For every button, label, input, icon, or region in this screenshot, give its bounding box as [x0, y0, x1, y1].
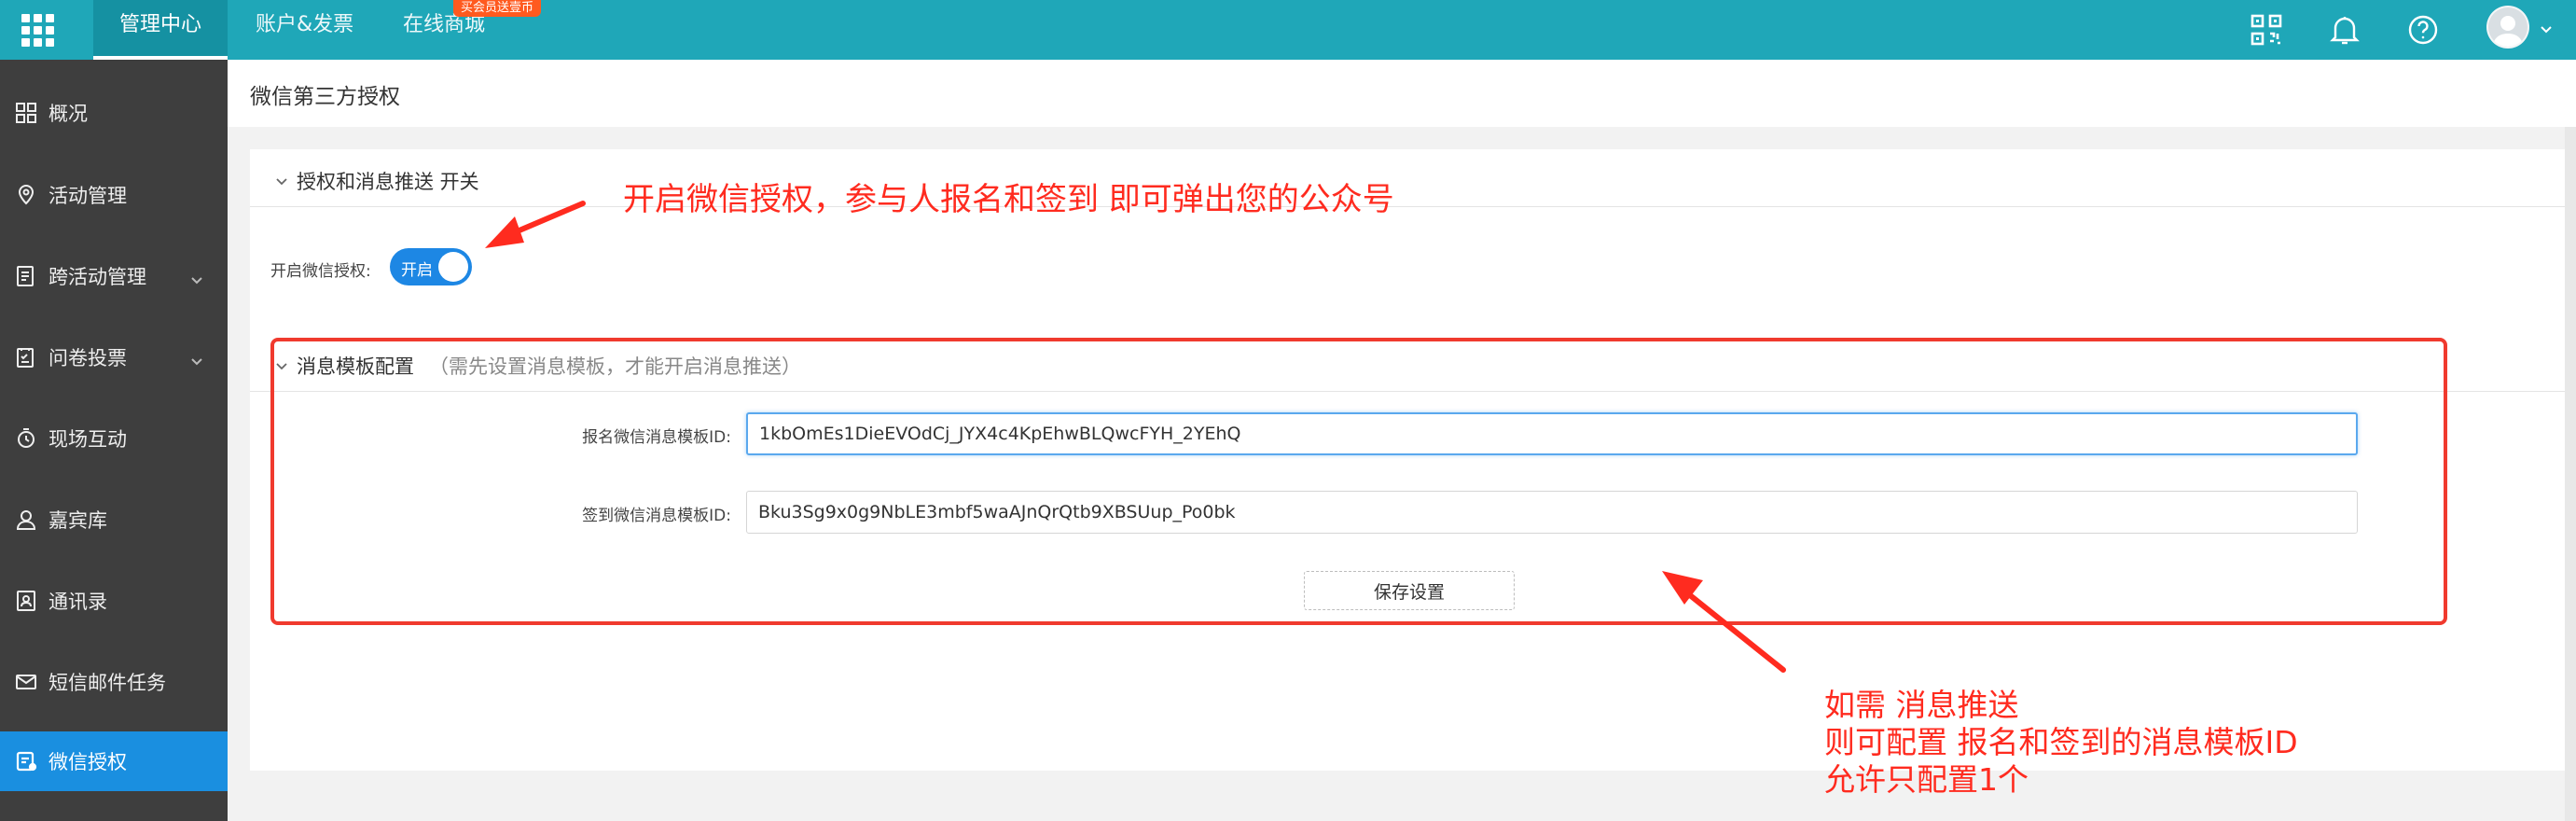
tab-management-center[interactable]: 管理中心 — [93, 0, 228, 60]
sidebar-item-overview[interactable]: 概况 — [0, 84, 228, 142]
promo-badge: 买会员送壹币 — [453, 0, 542, 17]
wechat-auth-icon — [13, 748, 39, 774]
wechat-auth-toggle[interactable]: 开启 — [390, 248, 472, 285]
tab-account-invoice[interactable]: 账户&发票 — [256, 0, 353, 60]
sidebar-item-label: 现场互动 — [48, 428, 127, 451]
apps-grid-icon[interactable] — [0, 0, 75, 60]
sidebar-item-guest-library[interactable]: 嘉宾库 — [0, 491, 228, 549]
sidebar-item-label: 通讯录 — [48, 591, 107, 613]
sidebar-item-label: 概况 — [48, 103, 88, 125]
chevron-down-icon — [190, 268, 203, 290]
chevron-down-icon — [276, 172, 287, 189]
activity-icon — [13, 182, 39, 208]
auth-section-title: 授权和消息推送 开关 — [297, 170, 479, 193]
bell-icon[interactable] — [2324, 9, 2365, 50]
sidebar-item-live-interaction[interactable]: 现场互动 — [0, 410, 228, 467]
sidebar-item-cross-activity[interactable]: 跨活动管理 — [0, 247, 228, 305]
sidebar-item-label: 微信授权 — [48, 751, 127, 773]
switch-on-text: 开启 — [401, 261, 433, 280]
sidebar: 概况 活动管理 跨活动管理 问卷投票 现场互动 嘉宾库 通讯录 短信邮件任务 微… — [0, 60, 228, 821]
sidebar-item-contacts[interactable]: 通讯录 — [0, 572, 228, 630]
sidebar-item-label: 活动管理 — [48, 185, 127, 207]
survey-icon — [13, 344, 39, 370]
sidebar-item-survey-vote[interactable]: 问卷投票 — [0, 328, 228, 386]
sidebar-item-label: 嘉宾库 — [48, 509, 107, 532]
mail-icon — [13, 669, 39, 695]
avatar[interactable] — [2486, 6, 2529, 49]
sidebar-item-label: 短信邮件任务 — [48, 672, 166, 694]
annotation-top-note: 开启微信授权，参与人报名和签到 即可弹出您的公众号 — [623, 181, 1394, 218]
switch-knob — [438, 252, 468, 282]
top-navigation-bar: 管理中心 账户&发票 在线商城 买会员送壹币 — [0, 0, 2576, 60]
chevron-down-icon — [190, 349, 203, 371]
annotation-bottom-line-1: 如需 消息推送 — [1824, 687, 2019, 723]
sidebar-item-label: 问卷投票 — [48, 347, 127, 369]
annotation-bottom-note: 如需 消息推送 则可配置 报名和签到的消息模板ID 允许只配置1个 — [1824, 687, 2298, 799]
annotation-highlight-box — [270, 338, 2447, 625]
dashboard-icon — [13, 100, 39, 126]
contacts-icon — [13, 588, 39, 614]
guest-icon — [13, 507, 39, 533]
annotation-bottom-line-3: 允许只配置1个 — [1824, 761, 2029, 798]
page-title: 微信第三方授权 — [250, 85, 400, 109]
page-header: 微信第三方授权 — [228, 60, 2576, 127]
scrollbar[interactable] — [2565, 127, 2576, 821]
wechat-auth-switch-label: 开启微信授权: — [270, 262, 371, 281]
cross-activity-icon — [13, 263, 39, 289]
qr-code-icon[interactable] — [2246, 9, 2287, 50]
annotation-bottom-line-2: 则可配置 报名和签到的消息模板ID — [1824, 724, 2298, 760]
sidebar-item-label: 跨活动管理 — [48, 266, 146, 288]
auth-section-header[interactable]: 授权和消息推送 开关 — [250, 155, 2576, 207]
interaction-icon — [13, 425, 39, 452]
help-icon[interactable] — [2403, 9, 2444, 50]
sidebar-item-sms-email-tasks[interactable]: 短信邮件任务 — [0, 653, 228, 711]
sidebar-item-activity-management[interactable]: 活动管理 — [0, 166, 228, 224]
chevron-down-icon[interactable] — [2533, 9, 2559, 50]
sidebar-item-wechat-auth[interactable]: 微信授权 — [0, 731, 228, 791]
